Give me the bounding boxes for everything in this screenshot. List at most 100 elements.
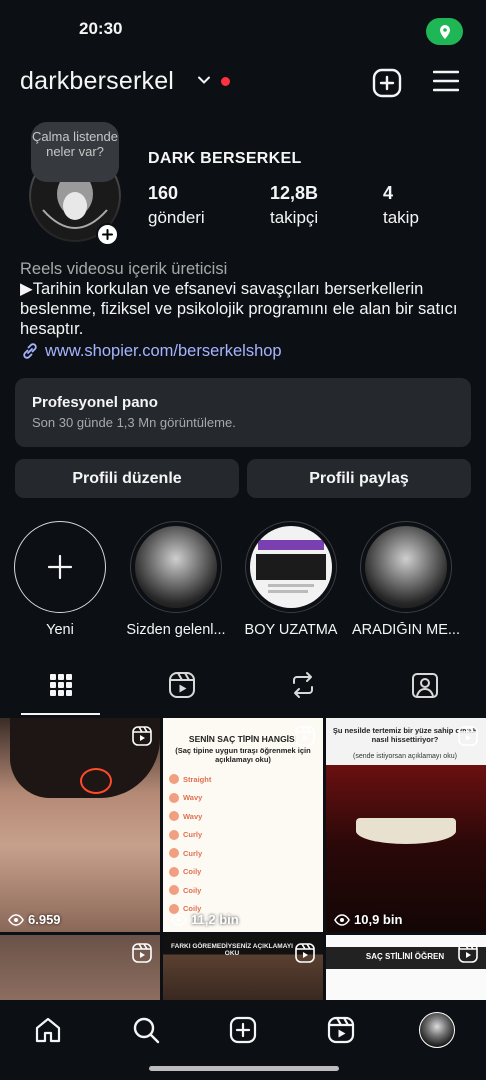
reels-icon bbox=[327, 1016, 355, 1044]
reel-icon bbox=[458, 943, 478, 963]
search-icon bbox=[133, 1017, 160, 1044]
post-tile[interactable]: 6.959 bbox=[0, 718, 160, 932]
hair-type-row: Curly bbox=[169, 826, 317, 845]
status-time: 20:30 bbox=[79, 19, 123, 38]
bio-category: Reels videosu içerik üreticisi bbox=[20, 260, 228, 278]
bio-link-text[interactable]: www.shopier.com/berserkelshop bbox=[45, 341, 282, 361]
hair-type-label: Coily bbox=[183, 885, 202, 895]
add-story-button[interactable] bbox=[96, 223, 119, 246]
highlight-cover bbox=[130, 521, 222, 613]
hair-type-label: Wavy bbox=[183, 811, 203, 821]
hair-type-label: Coily bbox=[183, 867, 202, 877]
tagged-icon bbox=[412, 673, 438, 698]
bio-link[interactable]: www.shopier.com/berserkelshop bbox=[20, 341, 470, 361]
reel-icon bbox=[132, 726, 152, 746]
eye-icon bbox=[334, 913, 350, 926]
edit-profile-button[interactable]: Profili düzenle bbox=[15, 459, 239, 498]
highlight-label: Sizden gelenl... bbox=[126, 622, 226, 638]
stat-posts-label: gönderi bbox=[148, 208, 205, 227]
home-icon bbox=[35, 1017, 61, 1043]
notification-dot bbox=[221, 77, 230, 86]
highlight-item[interactable]: Sizden gelenl... bbox=[126, 521, 226, 638]
reel-icon bbox=[458, 726, 478, 746]
stat-followers[interactable]: 12,8B takipçi bbox=[270, 183, 318, 228]
hair-type-label: Wavy bbox=[183, 793, 203, 803]
highlight-label: BOY UZATMA bbox=[244, 622, 338, 638]
pro-dashboard-title: Profesyonel pano bbox=[32, 394, 158, 411]
post-tile[interactable]: SENİN SAÇ TİPİN HANGİSİ (Saç tipine uygu… bbox=[163, 718, 323, 932]
hair-type-row: Wavy bbox=[169, 789, 317, 808]
post-tile[interactable]: FARKI GÖREMEDİYSENİZ AÇIKLAMAYI OKU bbox=[163, 935, 323, 1000]
create-icon bbox=[229, 1016, 257, 1044]
tab-reels[interactable] bbox=[167, 670, 197, 700]
hair-type-row: Coily bbox=[169, 881, 317, 900]
stat-posts[interactable]: 160 gönderi bbox=[148, 183, 205, 228]
stat-following-label: takip bbox=[383, 208, 419, 227]
reel-icon bbox=[295, 943, 315, 963]
plus-icon bbox=[102, 229, 113, 240]
reel-icon bbox=[132, 943, 152, 963]
nav-home[interactable] bbox=[33, 1015, 63, 1045]
username-switcher[interactable]: darkberserkel bbox=[20, 67, 174, 96]
professional-dashboard-card[interactable]: Profesyonel pano Son 30 günde 1,3 Mn gör… bbox=[15, 378, 471, 447]
post-views-count: 6.959 bbox=[28, 912, 61, 927]
post-subcaption: (sende istiyorsan açıklamayı oku) bbox=[353, 753, 457, 760]
post-subtitle: (Saç tipine uygun tıraşı öğrenmek için a… bbox=[175, 746, 311, 764]
nav-create[interactable] bbox=[228, 1015, 258, 1045]
profile-header: darkberserkel bbox=[0, 60, 486, 104]
chevron-down-icon[interactable] bbox=[196, 72, 212, 88]
hair-type-row: Wavy bbox=[169, 807, 317, 826]
post-tile[interactable]: SAÇ STİLİNİ ÖĞREN bbox=[326, 935, 486, 1000]
post-views: 6.959 bbox=[8, 912, 61, 927]
highlight-cover bbox=[360, 521, 452, 613]
post-caption: FARKI GÖREMEDİYSENİZ AÇIKLAMAYI OKU bbox=[171, 943, 293, 957]
highlight-new-circle bbox=[14, 521, 106, 613]
bio-text: ▶Tarihin korkulan ve efsanevi savaşçılar… bbox=[20, 280, 458, 338]
gesture-home-bar[interactable] bbox=[149, 1066, 339, 1071]
highlight-label: Yeni bbox=[46, 622, 74, 638]
eye-icon bbox=[8, 913, 24, 926]
hair-type-label: Straight bbox=[183, 774, 212, 784]
post-tile[interactable]: Şu nesilde tertemiz bir yüze sahip olmak… bbox=[326, 718, 486, 932]
tab-tagged[interactable] bbox=[410, 670, 440, 700]
location-indicator[interactable] bbox=[426, 18, 463, 45]
post-views: 11,2 bin bbox=[171, 912, 239, 927]
reels-icon bbox=[169, 672, 195, 698]
reel-icon bbox=[295, 726, 315, 746]
bio: Reels videosu içerik üreticisi ▶Tarihin … bbox=[20, 259, 470, 361]
stat-posts-count: 160 bbox=[148, 183, 179, 203]
nav-reels[interactable] bbox=[326, 1015, 356, 1045]
hair-type-list: Straight Wavy Wavy Curly Curly Coily Coi… bbox=[169, 770, 317, 918]
hair-type-label: Curly bbox=[183, 848, 203, 858]
tab-grid[interactable] bbox=[46, 670, 76, 700]
display-name: DARK BERSERKEL bbox=[148, 150, 302, 167]
tab-reposts[interactable] bbox=[288, 670, 318, 700]
highlight-cover bbox=[245, 521, 337, 613]
nav-profile[interactable] bbox=[419, 1012, 455, 1048]
repost-icon bbox=[293, 672, 313, 698]
hair-type-row: Curly bbox=[169, 844, 317, 863]
stat-followers-count: 12,8B bbox=[270, 183, 319, 203]
plus-icon bbox=[47, 554, 73, 580]
status-bar: 20:30 bbox=[0, 0, 486, 60]
hair-type-label: Curly bbox=[183, 830, 203, 840]
location-pin-icon bbox=[439, 24, 450, 39]
profile-tabs bbox=[0, 660, 486, 716]
note-bubble[interactable]: Çalma listende neler var? bbox=[31, 122, 119, 182]
highlight-new[interactable]: Yeni bbox=[14, 521, 106, 638]
grid-icon bbox=[50, 674, 72, 696]
avatar bbox=[419, 1012, 455, 1048]
post-views: 10,9 bin bbox=[334, 912, 402, 927]
post-tile[interactable] bbox=[0, 935, 160, 1000]
create-post-icon[interactable] bbox=[372, 68, 402, 98]
highlight-label: ARADIĞIN ME... bbox=[352, 622, 460, 638]
menu-icon[interactable] bbox=[433, 69, 459, 93]
highlight-item[interactable]: ARADIĞIN ME... bbox=[352, 521, 460, 638]
eye-icon bbox=[171, 913, 187, 926]
highlight-item[interactable]: BOY UZATMA bbox=[245, 521, 337, 638]
stat-following[interactable]: 4 takip bbox=[383, 183, 419, 228]
nav-search[interactable] bbox=[131, 1015, 161, 1045]
hair-type-row: Straight bbox=[169, 770, 317, 789]
share-profile-button[interactable]: Profili paylaş bbox=[247, 459, 471, 498]
hair-type-row: Coily bbox=[169, 863, 317, 882]
